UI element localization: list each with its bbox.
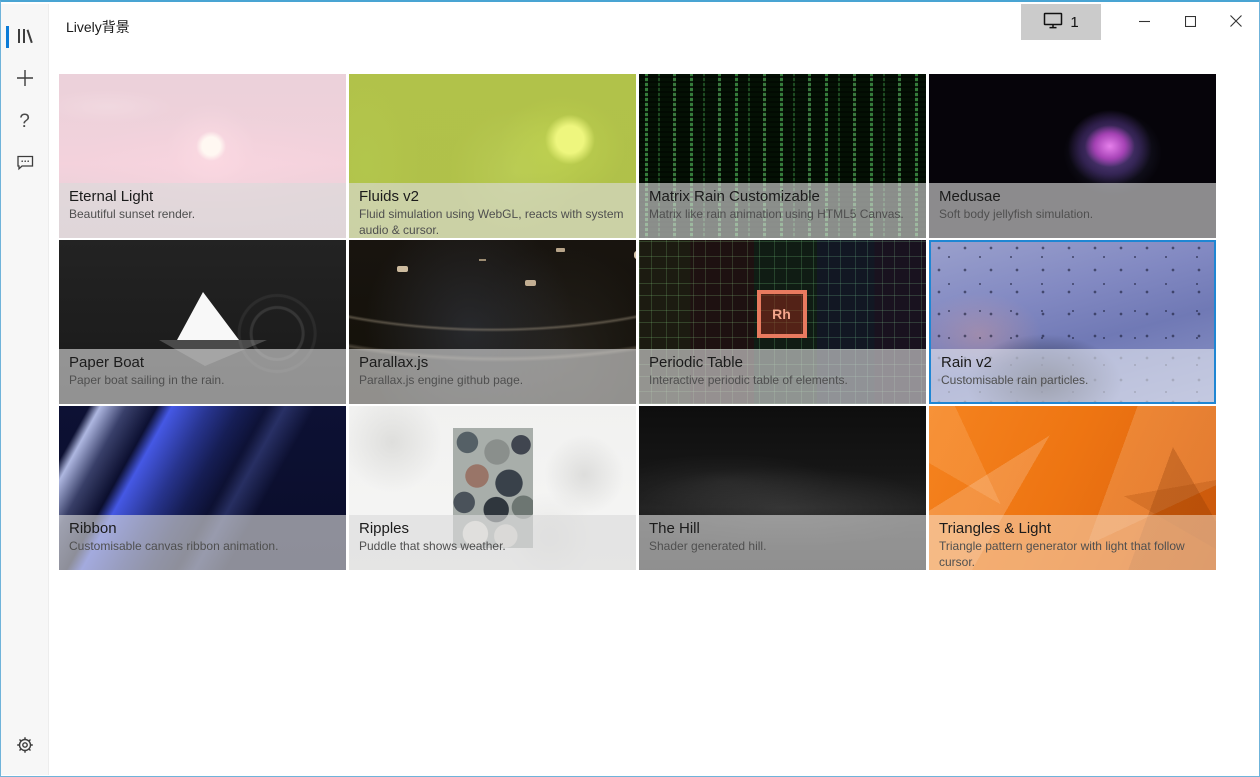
wallpaper-tile-parallax-js[interactable]: Parallax.jsParallax.js engine github pag… [349, 240, 636, 404]
wallpaper-title: Paper Boat [69, 353, 336, 372]
wallpaper-description: Interactive periodic table of elements. [649, 372, 916, 388]
wallpaper-tile-the-hill[interactable]: The HillShader generated hill. [639, 406, 926, 570]
wallpaper-title: Ribbon [69, 519, 336, 538]
highlighted-element-label: Rh [757, 290, 807, 338]
wallpaper-title: Eternal Light [69, 187, 336, 206]
wallpaper-title: Matrix Rain Customizable [649, 187, 916, 206]
page-title: Lively背景 [66, 17, 130, 37]
wallpaper-tile-eternal-light[interactable]: Eternal LightBeautiful sunset render. [59, 74, 346, 238]
wallpaper-title: Ripples [359, 519, 626, 538]
titlebar: Lively背景 1 [49, 4, 1259, 49]
display-count: 1 [1070, 14, 1078, 31]
wallpaper-description: Customisable rain particles. [941, 372, 1204, 388]
tile-info-band: Parallax.jsParallax.js engine github pag… [349, 349, 636, 404]
feedback-icon [15, 152, 35, 175]
monitor-icon [1043, 12, 1063, 33]
wallpaper-description: Matrix like rain animation using HTML5 C… [649, 206, 916, 222]
wallpaper-description: Beautiful sunset render. [69, 206, 336, 222]
sidebar-item-library[interactable] [1, 16, 48, 58]
sidebar-item-help[interactable]: ? [1, 100, 48, 142]
gear-icon [14, 734, 36, 759]
wallpaper-description: Triangle pattern generator with light th… [939, 538, 1206, 570]
sidebar-item-feedback[interactable] [1, 142, 48, 184]
wallpaper-tile-triangles-light[interactable]: Triangles & LightTriangle pattern genera… [929, 406, 1216, 570]
sidebar: ? [1, 4, 49, 775]
minimize-button[interactable] [1121, 4, 1167, 40]
sidebar-item-add-wallpaper[interactable] [1, 58, 48, 100]
wallpaper-tile-fluids-v2[interactable]: Fluids v2Fluid simulation using WebGL, r… [349, 74, 636, 238]
wallpaper-tile-ripples[interactable]: RipplesPuddle that shows weather. [349, 406, 636, 570]
sidebar-item-settings[interactable] [1, 725, 48, 767]
tile-info-band: Matrix Rain CustomizableMatrix like rain… [639, 183, 926, 238]
question-icon: ? [19, 112, 30, 131]
display-select-button[interactable]: 1 [1021, 4, 1101, 40]
wallpaper-description: Customisable canvas ribbon animation. [69, 538, 336, 554]
minimize-icon [1139, 15, 1150, 30]
close-button[interactable] [1213, 4, 1259, 40]
wallpaper-grid: Eternal LightBeautiful sunset render.Flu… [59, 74, 1216, 570]
titlebar-controls: 1 [1021, 4, 1259, 40]
tile-info-band: RipplesPuddle that shows weather. [349, 515, 636, 570]
plus-icon [15, 68, 35, 91]
wallpaper-tile-medusae[interactable]: MedusaeSoft body jellyfish simulation. [929, 74, 1216, 238]
wallpaper-description: Parallax.js engine github page. [359, 372, 626, 388]
wallpaper-description: Soft body jellyfish simulation. [939, 206, 1206, 222]
app-window: Lively背景 1 [0, 0, 1260, 777]
wallpaper-tile-matrix-rain-customizable[interactable]: Matrix Rain CustomizableMatrix like rain… [639, 74, 926, 238]
tile-info-band: Eternal LightBeautiful sunset render. [59, 183, 346, 238]
maximize-icon [1185, 15, 1196, 30]
wallpaper-tile-rain-v2[interactable]: Rain v2Customisable rain particles. [929, 240, 1216, 404]
tile-info-band: Rain v2Customisable rain particles. [931, 349, 1214, 402]
wallpaper-description: Shader generated hill. [649, 538, 916, 554]
wallpaper-title: Rain v2 [941, 353, 1204, 372]
tile-info-band: Fluids v2Fluid simulation using WebGL, r… [349, 183, 636, 238]
close-icon [1230, 15, 1242, 30]
library-icon [15, 26, 35, 49]
maximize-button[interactable] [1167, 4, 1213, 40]
wallpaper-tile-ribbon[interactable]: RibbonCustomisable canvas ribbon animati… [59, 406, 346, 570]
wallpaper-title: Periodic Table [649, 353, 916, 372]
wallpaper-description: Fluid simulation using WebGL, reacts wit… [359, 206, 626, 238]
wallpaper-title: The Hill [649, 519, 916, 538]
wallpaper-description: Puddle that shows weather. [359, 538, 626, 554]
tile-info-band: Paper BoatPaper boat sailing in the rain… [59, 349, 346, 404]
tile-info-band: Periodic TableInteractive periodic table… [639, 349, 926, 404]
wallpaper-title: Fluids v2 [359, 187, 626, 206]
wallpaper-title: Triangles & Light [939, 519, 1206, 538]
tile-info-band: RibbonCustomisable canvas ribbon animati… [59, 515, 346, 570]
wallpaper-title: Parallax.js [359, 353, 626, 372]
wallpaper-title: Medusae [939, 187, 1206, 206]
tile-info-band: MedusaeSoft body jellyfish simulation. [929, 183, 1216, 238]
tile-info-band: Triangles & LightTriangle pattern genera… [929, 515, 1216, 570]
wallpaper-tile-periodic-table[interactable]: Rh Periodic TableInteractive periodic tab… [639, 240, 926, 404]
wallpaper-description: Paper boat sailing in the rain. [69, 372, 336, 388]
tile-info-band: The HillShader generated hill. [639, 515, 926, 570]
wallpaper-tile-paper-boat[interactable]: Paper BoatPaper boat sailing in the rain… [59, 240, 346, 404]
